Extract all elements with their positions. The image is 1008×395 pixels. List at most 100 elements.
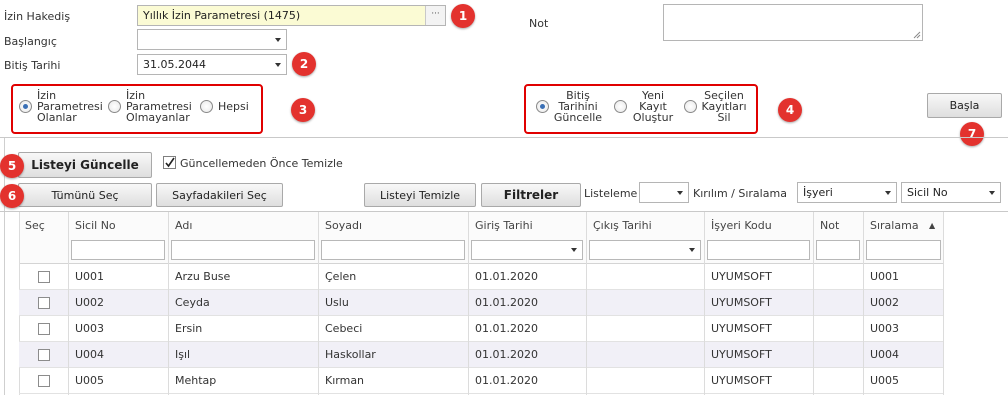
cell-sicil-no: U002	[75, 296, 105, 309]
cell-sicil-no: U001	[75, 270, 105, 283]
col-header-isyeri-kodu[interactable]: İşyeri Kodu	[711, 219, 772, 232]
badge-2: 2	[292, 52, 316, 76]
col-header-siralama[interactable]: Sıralama	[870, 219, 919, 232]
left-border	[4, 138, 5, 395]
col-sep	[318, 264, 319, 395]
col-header-cikis-tarihi[interactable]: Çıkış Tarihi	[593, 219, 652, 232]
listeyi-guncelle-button[interactable]: Listeyi Güncelle	[18, 152, 152, 178]
chevron-down-icon	[677, 191, 683, 195]
row-select-checkbox[interactable]	[38, 349, 50, 361]
cell-soyadi: Çelen	[325, 270, 357, 283]
cell-isyeri-kodu: UYUMSOFT	[711, 348, 772, 361]
siralama-select[interactable]: Sicil No	[901, 182, 1001, 203]
izin-hakedis-lookup[interactable]: Yıllık İzin Parametresi (1475) ···	[137, 5, 446, 26]
cell-isyeri-kodu: UYUMSOFT	[711, 296, 772, 309]
baslangic-select[interactable]	[137, 29, 287, 50]
section-divider	[0, 137, 1008, 138]
filter-isyeri-kodu[interactable]	[707, 240, 810, 260]
filter-adi[interactable]	[171, 240, 315, 260]
badge-4: 4	[778, 98, 802, 122]
cell-siralama: U005	[870, 374, 900, 387]
cell-soyadi: Kırman	[325, 374, 365, 387]
cell-siralama: U001	[870, 270, 900, 283]
cell-giris-tarihi: 01.01.2020	[475, 270, 538, 283]
cell-sicil-no: U003	[75, 322, 105, 335]
cell-sicil-no: U005	[75, 374, 105, 387]
col-sep	[468, 264, 469, 395]
cell-soyadi: Cebeci	[325, 322, 363, 335]
col-sep	[863, 264, 864, 395]
filter-not[interactable]	[816, 240, 860, 260]
kirilim-siralama-label: Kırılım / Sıralama	[693, 187, 787, 200]
sayfadakileri-sec-button[interactable]: Sayfadakileri Seç	[156, 183, 283, 207]
basla-button[interactable]: Başla	[927, 93, 1002, 118]
radio-izin-parametresi-olanlar[interactable]	[19, 100, 32, 113]
radio-izin-parametresi-olmayanlar[interactable]	[108, 100, 121, 113]
radio-hepsi-label: Hepsi	[218, 100, 249, 113]
radio-secilen-kayitlari-sil-label: Seçilen Kayıtları Sil	[701, 89, 747, 124]
bitis-tarihi-select[interactable]: 31.05.2044	[137, 54, 287, 75]
tumunu-sec-button[interactable]: Tümünü Seç	[18, 183, 152, 207]
listeyi-temizle-button[interactable]: Listeyi Temizle	[364, 183, 476, 207]
filtreler-button[interactable]: Filtreler	[481, 183, 581, 207]
listeleme-label: Listeleme	[584, 187, 638, 200]
badge-1: 1	[451, 4, 475, 28]
cell-soyadi: Uslu	[325, 296, 349, 309]
col-header-adi[interactable]: Adı	[175, 219, 192, 232]
guncellemeden-temizle-label: Güncellemeden Önce Temizle	[180, 157, 343, 170]
radio-yeni-kayit-olustur-label: Yeni Kayıt Oluştur	[632, 89, 674, 124]
filter-soyadi[interactable]	[321, 240, 465, 260]
cell-adi: Mehtap	[175, 374, 217, 387]
col-header-sec[interactable]: Seç	[25, 219, 45, 232]
filter-giris-tarihi[interactable]	[471, 240, 583, 260]
col-header-not[interactable]: Not	[820, 219, 839, 232]
badge-6: 6	[0, 184, 24, 208]
filter-sicil-no[interactable]	[71, 240, 165, 260]
kirilim-select[interactable]: İşyeri	[797, 182, 897, 203]
radio-hepsi[interactable]	[200, 100, 213, 113]
filter-cikis-tarihi[interactable]	[589, 240, 701, 260]
chevron-down-icon	[885, 191, 891, 195]
listeleme-select[interactable]	[639, 182, 689, 203]
col-sep	[68, 264, 69, 395]
resize-handle-icon[interactable]	[913, 31, 921, 39]
radio-izin-parametresi-olmayanlar-label: İzin Parametresi Olmayanlar	[126, 89, 192, 124]
badge-3: 3	[291, 98, 315, 122]
sort-ascending-icon: ▲	[929, 221, 936, 230]
radio-secilen-kayitlari-sil[interactable]	[684, 100, 697, 113]
row-select-checkbox[interactable]	[38, 323, 50, 335]
cell-giris-tarihi: 01.01.2020	[475, 348, 538, 361]
col-sep	[813, 264, 814, 395]
chevron-down-icon	[275, 63, 281, 67]
lookup-ellipsis-icon[interactable]: ···	[425, 6, 445, 25]
col-sep	[704, 264, 705, 395]
col-header-sicil-no[interactable]: Sicil No	[75, 219, 116, 232]
kirilim-value: İşyeri	[803, 186, 833, 199]
chevron-down-icon	[689, 248, 695, 252]
guncellemeden-temizle-checkbox[interactable]	[163, 156, 176, 169]
col-sep	[943, 264, 944, 395]
not-label: Not	[529, 17, 549, 30]
radio-izin-parametresi-olanlar-label: İzin Parametresi Olanlar	[37, 89, 103, 124]
not-textarea[interactable]	[663, 4, 923, 41]
cell-isyeri-kodu: UYUMSOFT	[711, 270, 772, 283]
cell-sicil-no: U004	[75, 348, 105, 361]
badge-7: 7	[960, 122, 984, 146]
cell-giris-tarihi: 01.01.2020	[475, 296, 538, 309]
cell-soyadi: Haskollar	[325, 348, 376, 361]
filter-siralama[interactable]	[866, 240, 941, 260]
row-select-checkbox[interactable]	[38, 271, 50, 283]
col-header-soyadi[interactable]: Soyadı	[325, 219, 362, 232]
col-sep	[586, 264, 587, 395]
baslangic-label: Başlangıç	[4, 35, 57, 48]
cell-isyeri-kodu: UYUMSOFT	[711, 322, 772, 335]
row-select-checkbox[interactable]	[38, 375, 50, 387]
row-select-checkbox[interactable]	[38, 297, 50, 309]
siralama-value: Sicil No	[907, 186, 948, 199]
cell-adi: Işıl	[175, 348, 191, 361]
radio-bitis-tarihini-guncelle[interactable]	[536, 100, 549, 113]
col-header-giris-tarihi[interactable]: Giriş Tarihi	[475, 219, 533, 232]
radio-yeni-kayit-olustur[interactable]	[614, 100, 627, 113]
chevron-down-icon	[275, 38, 281, 42]
radio-bitis-tarihini-guncelle-label: Bitiş Tarihini Güncelle	[553, 89, 603, 124]
